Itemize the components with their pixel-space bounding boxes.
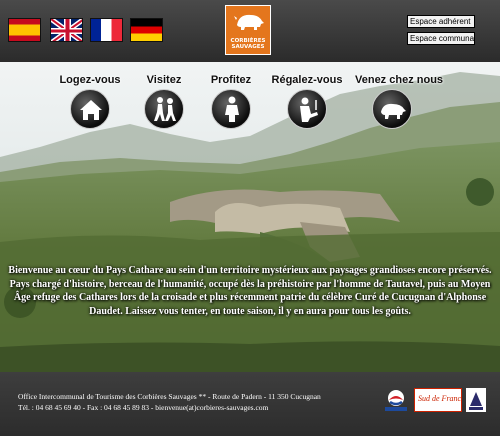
nav-label: Visitez xyxy=(146,74,182,86)
nav-regalez-vous[interactable]: Régalez-vous xyxy=(270,74,344,129)
header: CORBIÈRES SAUVAGES Espace adhérent Espac… xyxy=(0,0,500,62)
uk-flag-graphic xyxy=(51,19,82,41)
sud-de-france-text: Sud de France xyxy=(418,394,462,403)
nav-profitez[interactable]: Profitez xyxy=(194,74,268,129)
boar-icon xyxy=(234,14,264,30)
sud-de-france-logo[interactable]: Sud de France xyxy=(414,388,462,412)
nav-logez-vous[interactable]: Logez-vous xyxy=(53,74,127,129)
nav-visitez[interactable]: Visitez xyxy=(127,74,201,129)
uk-flag[interactable] xyxy=(50,18,83,42)
corbieres-sauvages-logo[interactable]: CORBIÈRES SAUVAGES xyxy=(225,5,271,55)
tourism-label-graphic xyxy=(385,390,407,411)
french-flag[interactable] xyxy=(90,18,123,42)
espace-adherent-button[interactable]: Espace adhérent xyxy=(407,15,475,28)
footer: Office Intercommunal de Tourisme des Cor… xyxy=(0,372,500,436)
nav-label: Régalez-vous xyxy=(271,74,343,86)
espace-communal-button[interactable]: Espace communal xyxy=(407,32,475,45)
nav-label: Logez-vous xyxy=(59,74,121,86)
intro-text: Bienvenue au cœur du Pays Cathare au sei… xyxy=(8,265,492,317)
nav-label: Profitez xyxy=(210,74,252,86)
nav-label: Venez chez nous xyxy=(355,74,444,86)
diner-icon xyxy=(287,89,327,129)
tourism-label-logo[interactable] xyxy=(384,388,408,412)
boar-icon xyxy=(372,89,412,129)
spanish-flag[interactable] xyxy=(8,18,41,42)
footer-address: Office Intercommunal de Tourisme des Cor… xyxy=(18,392,321,401)
logo-text: CORBIÈRES SAUVAGES xyxy=(230,38,266,50)
footer-contact: Tél. : 04 68 45 69 40 - Fax : 04 68 45 8… xyxy=(18,403,269,412)
house-icon xyxy=(70,89,110,129)
nav-venez-chez-nous[interactable]: Venez chez nous xyxy=(355,74,444,129)
partner-logo-graphic xyxy=(466,388,486,412)
hero-landscape: Logez-vous Visitez Profitez Régalez-vous… xyxy=(0,62,500,372)
person-icon xyxy=(211,89,251,129)
german-flag[interactable] xyxy=(130,18,163,42)
partner-logo[interactable] xyxy=(466,388,486,412)
hikers-icon xyxy=(144,89,184,129)
